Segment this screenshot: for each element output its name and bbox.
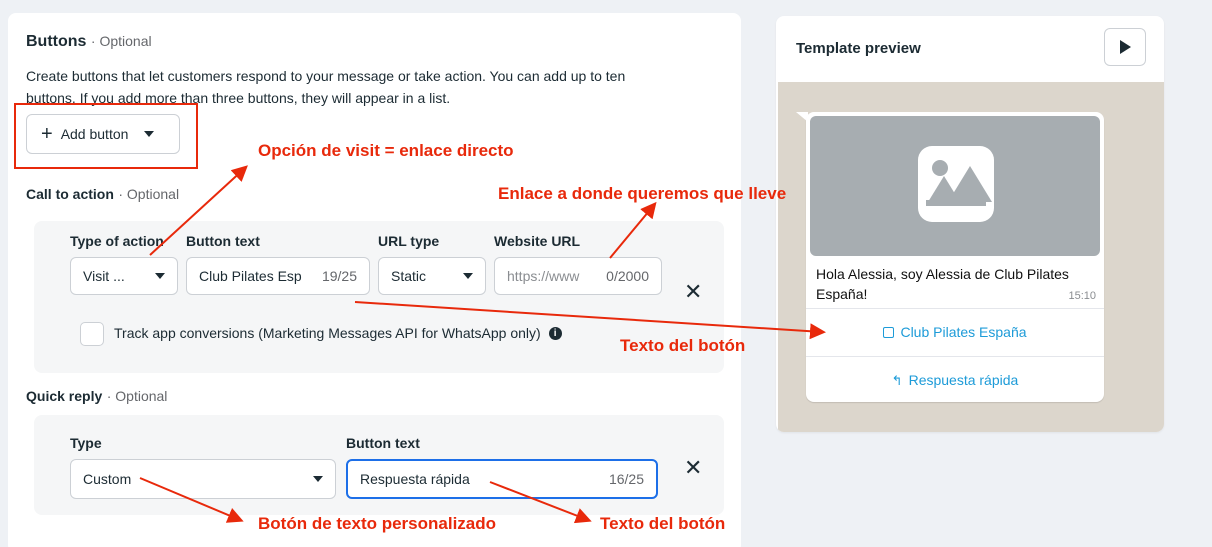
arrow-custom [139, 477, 244, 523]
arrow-qr-text [489, 481, 592, 524]
arrow-visit [149, 165, 248, 256]
arrow-cta-text [354, 301, 826, 340]
arrow-url [609, 201, 657, 259]
annotation-arrows [139, 165, 826, 524]
